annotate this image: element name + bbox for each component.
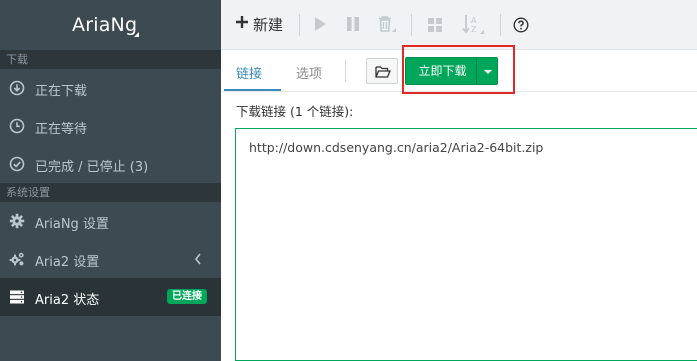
sort-button[interactable]: A Z (462, 14, 486, 38)
new-task-button[interactable]: 新建 (235, 12, 305, 36)
app-logo-text: AriaNg (72, 14, 138, 36)
sidebar-item-label: 已完成 / 已停止 (3) (35, 160, 149, 175)
tab-options[interactable]: 选项 (296, 63, 322, 82)
grid-icon (428, 18, 442, 32)
svg-text:Z: Z (471, 25, 477, 34)
toolbar-divider (299, 14, 300, 36)
trash-icon (379, 16, 396, 32)
toolbar: 新建 A Z (221, 0, 697, 50)
help-button[interactable] (513, 17, 529, 41)
sidebar-item-downloading[interactable]: 正在下载 (0, 69, 221, 107)
help-icon (513, 17, 529, 33)
gear-icon (9, 213, 25, 229)
brand-caret-icon (134, 32, 139, 37)
tab-links[interactable]: 链接 (236, 63, 262, 82)
status-badge: 已连接 (167, 289, 207, 304)
check-circle-icon (9, 156, 25, 172)
sidebar-item-stopped[interactable]: 已完成 / 已停止 (3) (0, 145, 221, 183)
toolbar-divider (500, 14, 501, 36)
clock-icon (9, 118, 25, 134)
pause-icon (347, 17, 359, 31)
play-icon (315, 17, 326, 31)
section-header-download: 下载 (0, 50, 221, 69)
open-file-button[interactable] (366, 58, 398, 84)
sidebar-item-label: 正在下载 (35, 84, 88, 99)
delete-button[interactable] (377, 15, 397, 39)
plus-icon (236, 16, 248, 28)
folder-open-icon (375, 66, 391, 78)
gears-icon (9, 252, 24, 266)
download-circle-icon (9, 80, 25, 96)
new-task-label: 新建 (253, 16, 284, 34)
server-icon (10, 290, 24, 304)
sidebar-item-label: Aria2 状态 (35, 293, 100, 308)
sidebar-item-label: AriaNg 设置 (35, 217, 109, 232)
section-header-settings: 系统设置 (0, 183, 221, 202)
sidebar-item-aria2-status[interactable]: Aria2 状态 已连接 (0, 278, 221, 316)
url-textarea-value: http://down.cdsenyang.cn/aria2/Aria2-64b… (249, 140, 544, 155)
highlight-annotation (402, 45, 515, 94)
sidebar-item-label: 正在等待 (35, 122, 88, 137)
toolbar-divider (411, 14, 412, 36)
start-button[interactable] (313, 16, 327, 40)
sidebar-item-ariang-settings[interactable]: AriaNg 设置 (0, 202, 221, 240)
brand-header[interactable]: AriaNg (0, 0, 221, 50)
sort-icon: A Z (462, 15, 484, 34)
url-textarea[interactable]: http://down.cdsenyang.cn/aria2/Aria2-64b… (235, 128, 697, 361)
tab-divider (345, 60, 346, 82)
sidebar-item-waiting[interactable]: 正在等待 (0, 107, 221, 145)
svg-text:A: A (471, 16, 477, 25)
sidebar: AriaNg 下载 正在下载 正在等待 已完成 / 已停止 (3) 系统设置 A… (0, 0, 221, 361)
pause-button[interactable] (345, 16, 361, 40)
sidebar-item-label: Aria2 设置 (35, 255, 100, 270)
chevron-left-icon[interactable] (193, 252, 203, 266)
sidebar-item-aria2-settings[interactable]: Aria2 设置 (0, 240, 221, 278)
links-label: 下载链接 (1 个链接): (236, 104, 354, 119)
active-tab-indicator (224, 89, 281, 91)
select-all-button[interactable] (427, 17, 443, 41)
